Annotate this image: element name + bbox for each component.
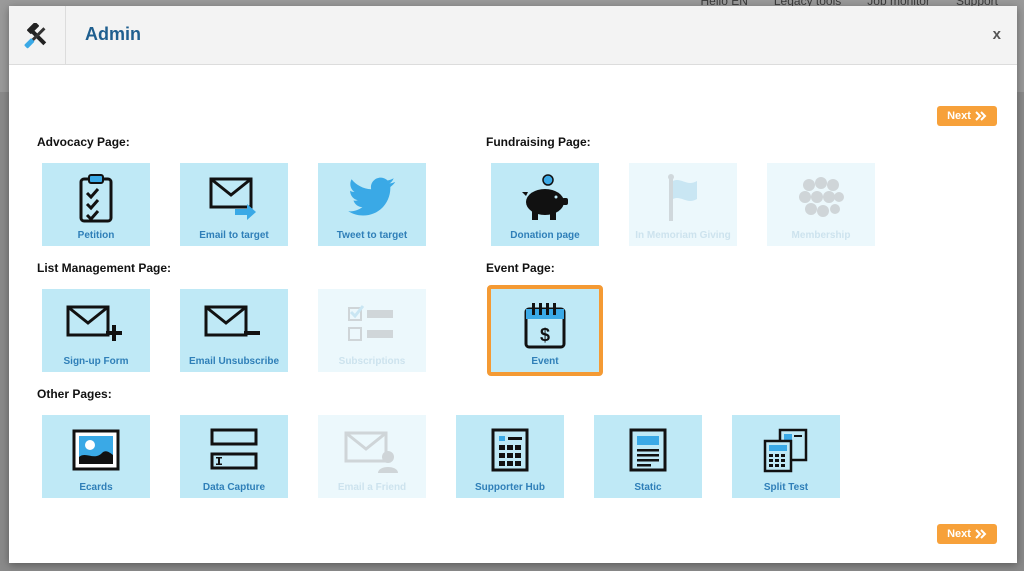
tile-donation-page[interactable]: Donation page — [491, 163, 599, 246]
tile-subscriptions[interactable]: Subscriptions — [318, 289, 426, 372]
header-icon-box — [9, 6, 66, 65]
tile-membership[interactable]: Membership — [767, 163, 875, 246]
tile-label: In Memoriam Giving — [635, 230, 731, 241]
other-section-label: Other Pages: — [37, 387, 112, 401]
checklist-icon — [348, 305, 393, 341]
tile-petition[interactable]: Petition — [42, 163, 150, 246]
tile-label: Event — [531, 356, 559, 367]
tile-data-capture[interactable]: Data Capture — [180, 415, 288, 498]
tile-label: Split Test — [763, 482, 809, 493]
next-label: Next — [947, 528, 971, 540]
split-pages-icon — [763, 428, 808, 473]
people-group-icon — [799, 177, 844, 217]
admin-modal: Admin x Next Advocacy Page: Fundraising … — [9, 6, 1017, 563]
tile-label: Static — [634, 482, 662, 493]
tile-email-unsubscribe[interactable]: Email Unsubscribe — [180, 289, 288, 372]
envelope-arrow-icon — [209, 177, 256, 220]
tile-label: Tweet to target — [336, 230, 408, 241]
tile-supporter-hub[interactable]: Supporter Hub — [456, 415, 564, 498]
double-chevron-right-icon — [975, 111, 987, 121]
double-chevron-right-icon — [975, 529, 987, 539]
tile-label: Membership — [791, 230, 851, 241]
tile-tweet-to-target[interactable]: Tweet to target — [318, 163, 426, 246]
envelope-plus-icon — [66, 305, 122, 341]
tile-event[interactable]: $ Event — [487, 285, 603, 376]
modal-title: Admin — [85, 24, 141, 44]
tile-label: Donation page — [510, 230, 580, 241]
form-fields-icon — [210, 428, 258, 470]
event-section-label: Event Page: — [486, 261, 555, 275]
tile-in-memoriam-giving[interactable]: In Memoriam Giving — [629, 163, 737, 246]
clipboard-check-icon — [79, 174, 113, 223]
grid-document-icon — [491, 428, 529, 472]
tile-sign-up-form[interactable]: Sign-up Form — [42, 289, 150, 372]
envelope-minus-icon — [204, 305, 260, 337]
tile-label: Supporter Hub — [475, 482, 545, 493]
static-page-icon — [629, 428, 667, 472]
calendar-dollar-icon: $ — [524, 303, 566, 349]
flag-icon — [668, 174, 697, 221]
tile-label: Data Capture — [202, 482, 266, 493]
tile-label: Email Unsubscribe — [188, 356, 280, 367]
list-management-section-label: List Management Page: — [37, 261, 172, 275]
close-button[interactable]: x — [993, 26, 1001, 43]
next-button-bottom[interactable]: Next — [937, 524, 997, 544]
tile-split-test[interactable]: Split Test — [732, 415, 840, 498]
piggy-bank-icon — [522, 174, 568, 220]
tile-ecards[interactable]: Ecards — [42, 415, 150, 498]
tile-static[interactable]: Static — [594, 415, 702, 498]
svg-text:$: $ — [540, 325, 550, 345]
advocacy-section-label: Advocacy Page: — [37, 135, 130, 149]
tile-label: Email to target — [199, 230, 269, 241]
fundraising-section-label: Fundraising Page: — [486, 135, 591, 149]
next-button-top[interactable]: Next — [937, 106, 997, 126]
tile-email-to-target[interactable]: Email to target — [180, 163, 288, 246]
tile-label: Petition — [77, 230, 115, 241]
picture-icon — [72, 429, 120, 471]
twitter-bird-icon — [348, 177, 396, 216]
next-label: Next — [947, 110, 971, 122]
tile-email-a-friend[interactable]: Email a Friend — [318, 415, 426, 498]
tile-label: Ecards — [79, 482, 113, 493]
envelope-person-icon — [344, 431, 398, 473]
modal-header: Admin x — [9, 6, 1017, 65]
tile-label: Email a Friend — [337, 482, 407, 493]
tile-label: Subscriptions — [338, 356, 406, 367]
tile-label: Sign-up Form — [63, 356, 129, 367]
tools-icon — [24, 22, 47, 48]
